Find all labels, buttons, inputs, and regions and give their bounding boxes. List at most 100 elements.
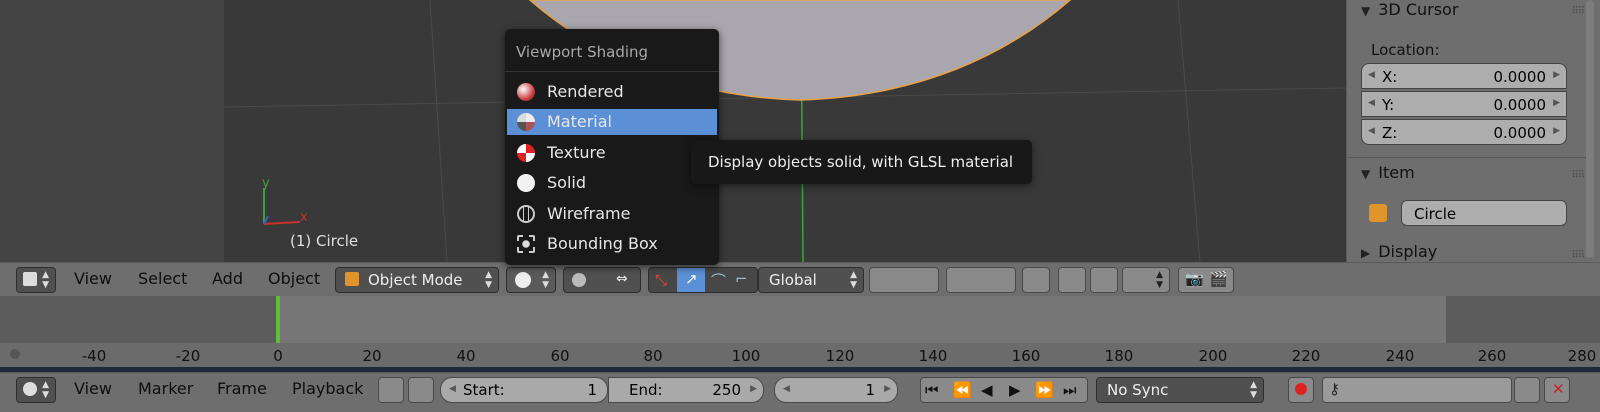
jump-prev-keyframe-icon[interactable]: ⏪ <box>953 381 972 399</box>
mode-selector[interactable]: Object Mode ▲ ▼ <box>335 267 499 293</box>
timeline-area[interactable] <box>0 296 1600 352</box>
opengl-render-buttons[interactable]: 📷 🎬 <box>1178 267 1234 293</box>
cursor-x-label: X: <box>1382 68 1398 86</box>
timeline-header: ▲ ▼ View Marker Frame Playback ◀ Start: 1 E… <box>0 372 1600 412</box>
menu-title: Viewport Shading <box>516 43 649 61</box>
tooltip: Display objects solid, with GLSL materia… <box>691 140 1032 184</box>
panel-scrollbar[interactable] <box>1586 0 1594 258</box>
cursor-y-value: 0.0000 <box>1493 96 1547 114</box>
scroll-handle-icon[interactable] <box>10 349 20 359</box>
menu-object[interactable]: Object <box>268 269 320 288</box>
grid-line-v2 <box>1177 0 1201 262</box>
play-icon[interactable]: ▶ <box>1009 381 1021 399</box>
material-sphere-icon <box>517 113 535 131</box>
texture-sphere-icon <box>517 144 535 162</box>
keying-set-field[interactable]: ⚷ <box>1322 377 1512 403</box>
panel-display-header[interactable]: ▶ Display <box>1361 242 1437 261</box>
timeline-ruler: -40 -20 0 20 40 60 80 100 120 140 160 18… <box>0 347 1600 367</box>
jump-end-icon[interactable]: ⏭ <box>1063 381 1077 399</box>
play-reverse-icon[interactable]: ◀ <box>981 381 993 399</box>
object-name-field[interactable]: Circle <box>1401 200 1567 226</box>
layers-grid-1[interactable] <box>869 267 939 293</box>
preview-range-icon[interactable] <box>378 377 404 403</box>
proportional-edit-icon[interactable] <box>1058 267 1086 293</box>
insert-keyframe-icon[interactable] <box>1514 377 1540 403</box>
tick-label: 140 <box>918 347 948 365</box>
end-value: 250 <box>712 381 741 399</box>
menu-frame[interactable]: Frame <box>217 379 267 398</box>
sync-mode-selector[interactable]: No Sync ▲ ▼ <box>1096 377 1264 403</box>
end-frame-field[interactable]: End: 250 ▶ <box>608 377 764 403</box>
mode-label: Object Mode <box>368 271 463 289</box>
active-object-label: (1) Circle <box>290 232 359 250</box>
menu-view[interactable]: View <box>74 379 112 398</box>
transform-manipulators[interactable]: ⤡ ↗ ⌒ ⌐ <box>648 267 758 293</box>
panel-display-title: Display <box>1378 242 1438 261</box>
gizmo-x-label: x <box>300 210 308 225</box>
viewport-shading-menu: Viewport Shading Rendered Material Textu… <box>505 29 719 265</box>
transform-orientation-selector[interactable]: Global ▲ ▼ <box>758 267 864 293</box>
current-frame-indicator[interactable] <box>276 296 280 343</box>
manipulator-rotate-icon[interactable]: ⌒ <box>711 270 726 291</box>
tick-label: 20 <box>362 347 382 365</box>
drag-grip-icon[interactable]: ⠿⠿ <box>1571 170 1585 181</box>
editor-type-selector[interactable]: ▲ ▼ <box>16 267 56 293</box>
lock-camera-layers-icon[interactable] <box>1022 267 1050 293</box>
menu-item-rendered[interactable]: Rendered <box>505 79 719 105</box>
menu-item-solid[interactable]: Solid <box>505 170 719 196</box>
tick-label: 200 <box>1198 347 1228 365</box>
jump-next-keyframe-icon[interactable]: ⏩ <box>1035 381 1054 399</box>
menu-select[interactable]: Select <box>138 269 187 288</box>
menu-item-material[interactable]: Material <box>507 109 717 135</box>
editor-type-selector[interactable]: ▲ ▼ <box>16 377 56 403</box>
render-camera-icon[interactable]: 📷 <box>1185 270 1204 288</box>
decrement-arrow-icon[interactable]: ◀ <box>1368 70 1375 80</box>
record-icon[interactable] <box>1288 377 1314 403</box>
manipulator-move-icon[interactable]: ↗ <box>677 268 705 292</box>
menu-item-wireframe[interactable]: Wireframe <box>505 201 719 227</box>
start-frame-field[interactable]: ◀ Start: 1 <box>440 377 608 403</box>
layers-grid-2[interactable] <box>946 267 1016 293</box>
object-mode-icon <box>345 272 359 286</box>
tick-label: 80 <box>643 347 663 365</box>
menu-item-label: Material <box>547 112 612 131</box>
location-label: Location: <box>1371 41 1440 59</box>
menu-item-bounding-box[interactable]: Bounding Box <box>505 231 719 257</box>
manipulator-translate-icon[interactable]: ⤡ <box>655 271 667 289</box>
cursor-y-field[interactable]: ◀ Y: 0.0000 ▶ <box>1361 91 1567 117</box>
snap-element-selector[interactable]: ▲ ▼ <box>1122 267 1170 293</box>
menu-view[interactable]: View <box>74 269 112 288</box>
manipulator-toggle-icon[interactable]: ⇔ <box>616 271 628 287</box>
menu-marker[interactable]: Marker <box>138 379 193 398</box>
jump-start-icon[interactable]: ⏮ <box>925 381 939 399</box>
tick-label: 160 <box>1011 347 1041 365</box>
increment-arrow-icon[interactable]: ▶ <box>1553 70 1560 80</box>
decrement-arrow-icon[interactable]: ◀ <box>1368 98 1375 108</box>
render-animation-icon[interactable]: 🎬 <box>1209 270 1228 288</box>
lock-range-icon[interactable] <box>408 377 434 403</box>
delete-keyframe-icon[interactable]: ✕ <box>1544 377 1570 403</box>
panel-3d-cursor-header[interactable]: ▼ 3D Cursor <box>1361 0 1458 19</box>
tick-label: 120 <box>825 347 855 365</box>
pivot-point-selector[interactable]: ⇔ <box>563 267 641 293</box>
current-frame-field[interactable]: ◀ 1 ▶ <box>774 377 898 403</box>
manipulator-scale-icon[interactable]: ⌐ <box>735 270 748 288</box>
cursor-x-field[interactable]: ◀ X: 0.0000 ▶ <box>1361 63 1567 89</box>
drag-grip-icon[interactable]: ⠿⠿ <box>1571 6 1585 17</box>
tick-label: 60 <box>550 347 570 365</box>
snap-toggle-icon[interactable] <box>1090 267 1118 293</box>
menu-add[interactable]: Add <box>212 269 243 288</box>
menu-item-texture[interactable]: Texture <box>505 140 719 166</box>
updown-arrows-icon: ▲ ▼ <box>1156 270 1163 290</box>
drag-grip-icon[interactable]: ⠿⠿ <box>1571 250 1585 261</box>
menu-playback[interactable]: Playback <box>292 379 363 398</box>
playback-controls[interactable]: ⏮ ⏪ ◀ ▶ ⏩ ⏭ <box>920 377 1088 403</box>
decrement-arrow-icon[interactable]: ◀ <box>1368 126 1375 136</box>
viewport-shading-selector[interactable]: ▲ ▼ <box>506 267 556 293</box>
increment-arrow-icon[interactable]: ▶ <box>1553 98 1560 108</box>
cursor-z-field[interactable]: ◀ Z: 0.0000 ▶ <box>1361 119 1567 145</box>
updown-arrows-icon: ▲ ▼ <box>42 380 49 400</box>
panel-item-header[interactable]: ▼ Item <box>1361 163 1415 182</box>
increment-arrow-icon[interactable]: ▶ <box>1553 126 1560 136</box>
tick-label: 280 <box>1567 347 1597 365</box>
